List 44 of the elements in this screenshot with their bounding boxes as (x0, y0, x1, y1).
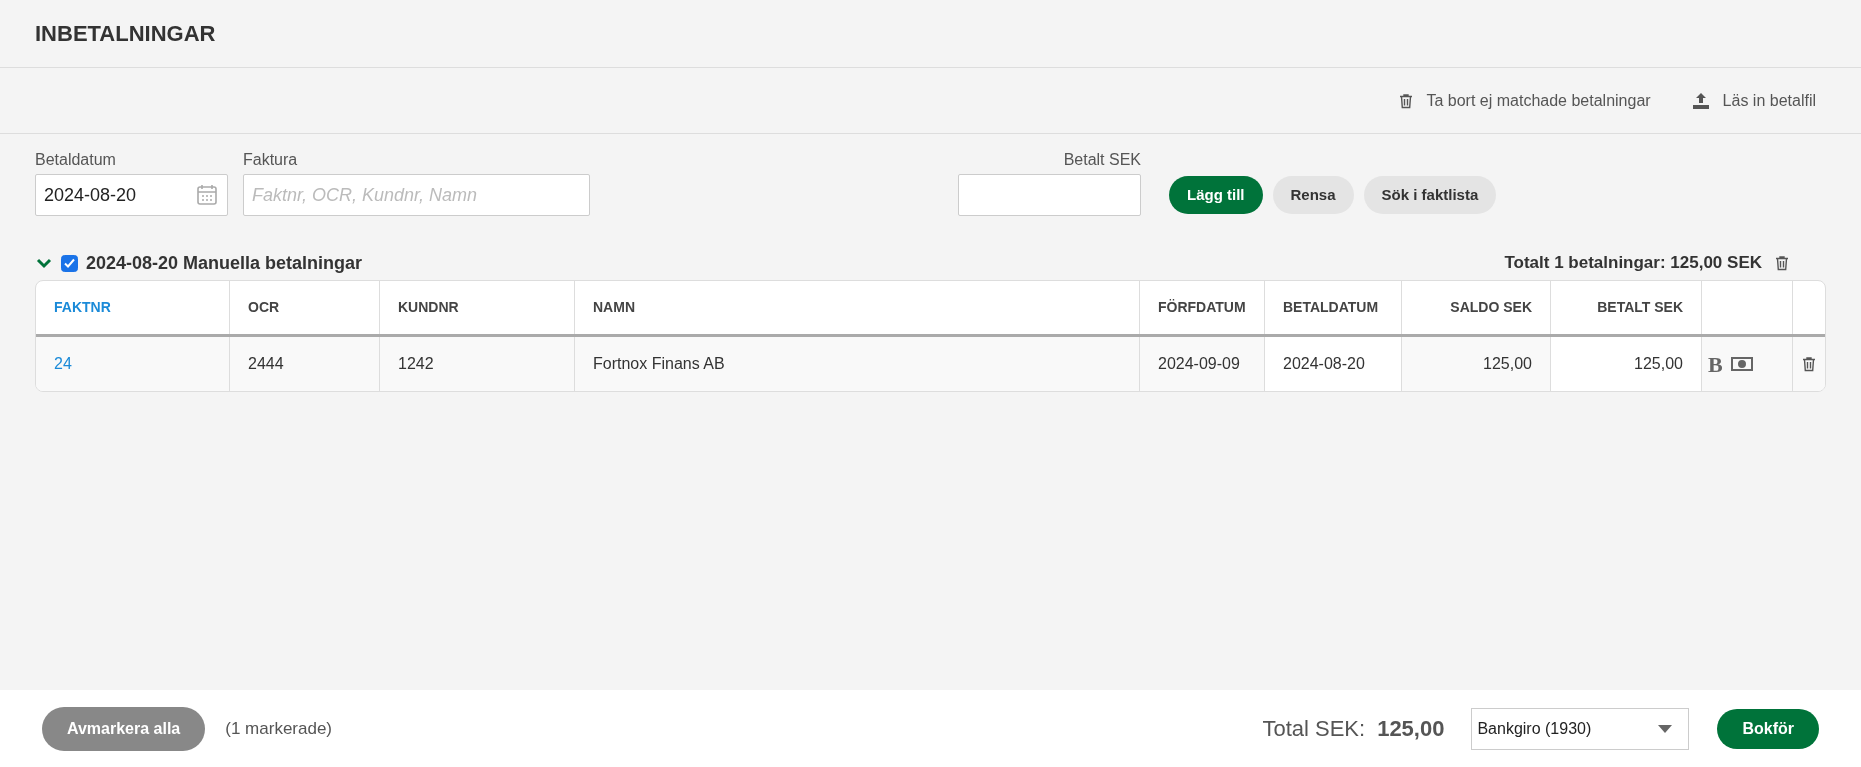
post-button[interactable]: Bokför (1717, 708, 1819, 749)
table-cell-text: 2024-08-20 (1283, 354, 1365, 374)
group-title: 2024-08-20 Manuella betalningar (86, 251, 363, 275)
total-value: 125,00 (1377, 715, 1445, 743)
field-label: Betaldatum (35, 150, 117, 170)
action-button[interactable]: Rensa (1272, 176, 1354, 214)
action-button[interactable]: Sök i faktlista (1363, 176, 1497, 214)
dropdown-caret-icon[interactable] (1658, 724, 1673, 733)
date-field[interactable]: 2024-08-20 (35, 174, 228, 216)
amount-field[interactable] (958, 174, 1141, 216)
column-header[interactable]: NAMN (593, 297, 635, 318)
trash-icon[interactable] (1801, 354, 1817, 374)
group-checkbox[interactable] (61, 254, 78, 272)
table-cell-text: 1242 (398, 354, 434, 374)
upload-icon[interactable] (1690, 90, 1711, 111)
table-cell-text: 2024-09-09 (1158, 354, 1240, 374)
column-header[interactable]: FÖRFDATUM (1158, 297, 1246, 318)
column-header[interactable]: BETALT SEK (1597, 297, 1683, 318)
deselect-all-button[interactable]: Avmarkera alla (42, 706, 206, 751)
column-header[interactable]: BETALDATUM (1283, 297, 1379, 318)
table-cell-text: 2444 (248, 354, 284, 374)
page-title: INBETALNINGAR (35, 20, 216, 48)
bold-mark[interactable]: B (1708, 347, 1723, 381)
toolbar-link[interactable]: Läs in betalfil (1722, 88, 1816, 113)
column-header[interactable]: FAKTNR (54, 297, 111, 318)
column-header[interactable]: OCR (248, 297, 280, 318)
group-total: Totalt 1 betalningar: 125,00 SEK (1504, 252, 1762, 275)
invoice-link[interactable]: 24 (54, 352, 72, 376)
trash-icon[interactable] (1774, 253, 1790, 273)
column-header[interactable]: SALDO SEK (1450, 297, 1532, 318)
invoice-search-field[interactable]: Faktnr, OCR, Kundnr, Namn (243, 174, 590, 216)
column-header[interactable]: KUNDNR (398, 297, 459, 318)
table-cell-text: Fortnox Finans AB (593, 354, 725, 374)
total-label: Total SEK: (1262, 715, 1366, 743)
table-cell-text: 125,00 (1634, 354, 1683, 374)
action-button[interactable]: Lägg till (1169, 176, 1263, 214)
field-label: Betalt SEK (1063, 150, 1141, 170)
chevron-icon[interactable] (35, 257, 53, 269)
marked-count: (1 markerade) (225, 717, 333, 740)
table-cell-text: 125,00 (1483, 354, 1532, 374)
banknote-icon[interactable] (1730, 357, 1753, 371)
toolbar-link[interactable]: Ta bort ej matchade betalningar (1426, 88, 1651, 113)
account-select[interactable]: Bankgiro (1930) (1471, 707, 1690, 750)
field-label: Faktura (243, 150, 299, 170)
